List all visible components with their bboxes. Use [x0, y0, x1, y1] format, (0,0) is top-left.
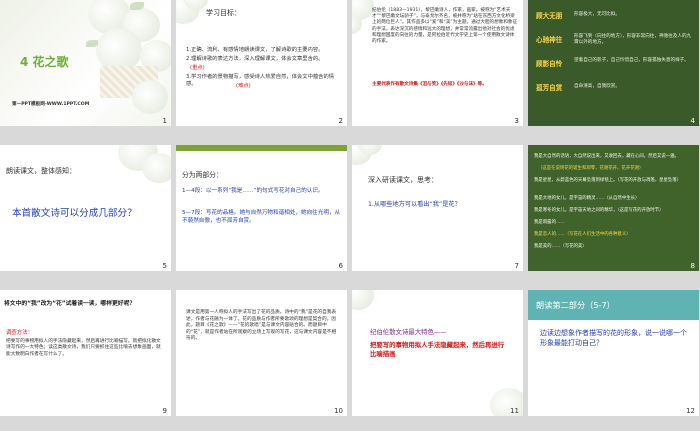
part-title: 朗读第二部分（5-7）	[536, 300, 615, 310]
term-definition: 形容飞到（向往的地方），形容非常向往，神驰往及人的九霄以外的地方。	[574, 34, 692, 45]
heading: 学习目标：	[206, 9, 241, 17]
heading: 分为两部分：	[182, 171, 223, 179]
slide-thumbnail-2[interactable]: 学习目标： 1.正确、流利、有感情地朗读课文，了解诗歌的主要内容。 2.理解诗歌…	[176, 0, 347, 126]
slide-number: 9	[162, 407, 167, 415]
text-line: 我是恋人的……（写花在人们生活中的各种意义）	[534, 232, 631, 237]
text-line: 我是寒冬的女儿，是宇宙天地之间的精华，（这是写花的开放时节）	[534, 208, 664, 213]
goal-note: (难点)	[236, 83, 251, 89]
goal-note: (重点)	[190, 65, 205, 71]
author-bio: 纪伯伦（1883—1931），黎巴嫩诗人，作家，画家。被称为“艺术天才”“黎巴嫩…	[372, 8, 518, 45]
method-heading: 调查方法：	[6, 330, 33, 336]
big-question: 本首散文诗可以分成几部分？	[12, 208, 137, 219]
slide-number: 6	[338, 262, 343, 270]
term: 顾大无朋	[536, 12, 563, 20]
question: 1.从哪些地方可以看出“我”是花？	[368, 201, 461, 208]
slide-number: 4	[690, 117, 695, 125]
term: 心驰神往	[536, 36, 563, 44]
term-definition: 形容极大，无可比拟。	[574, 12, 620, 17]
slide-number: 12	[686, 407, 695, 415]
analysis-body: 课文是用第一人称拟人的手法写出了花的品质。诗中的“我”是花的自我表述，作者与花融…	[186, 310, 337, 342]
feature-title: 纪伯伦散文诗最大特色——	[370, 328, 447, 336]
text-line: 我是大地的女儿，是宇宙的精灵……（从自然中生长）	[534, 196, 640, 201]
feature-body: 把要写的事物用拟人手法隐藏起来，然后再进行比喻描画	[370, 341, 505, 358]
text-line: （这是在说明花的诞生和凋零，花谢花开、花开花谢）	[538, 166, 644, 171]
method-body: 把要写的事物用拟人的手法隐藏起来，然后再进行比喻描写。就把拟化散文诗写作的一大特…	[6, 339, 161, 357]
slide-number: 11	[510, 407, 519, 415]
slide-thumbnail-10[interactable]: 课文是用第一人称拟人的手法写出了花的品质。诗中的“我”是花的自我表述，作者与花融…	[176, 290, 347, 416]
question: 将文中的“我”改为“花”试着读一读，哪样更好呢？	[4, 301, 136, 307]
term: 孤芳自赏	[536, 84, 563, 92]
slide-number: 10	[334, 407, 343, 415]
heading: 深入研读课文，思考：	[368, 176, 438, 184]
slide-number: 2	[338, 117, 343, 125]
term: 顾影自怜	[536, 60, 563, 68]
slide-thumbnail-6[interactable]: 分为两部分： 1—4段：以一系列“我是……”的句式写花对自己的认识。 5—7段：…	[176, 145, 347, 271]
site-label: 第一PPT模板网-WWW.1PPT.COM	[12, 102, 90, 107]
term-definition: 自命清高，自我欣赏。	[574, 84, 620, 89]
slide-number: 8	[690, 262, 695, 270]
goal-line: 3.学习作者的景物描写，感受诗人热爱自然，体会文中蕴含的情感。	[186, 74, 335, 88]
goal-line: 1.正确、流利、有感情地朗读课文，了解诗歌的主要内容。	[186, 47, 324, 53]
text-line: 我是星星，从蔚蓝色的天幕坠落到绿毯上。（写花的开放与凋落，星星坠落）	[534, 178, 682, 183]
slide-thumbnail-3[interactable]: 纪伯伦（1883—1931），黎巴嫩诗人，作家，画家。被称为“艺术天才”“黎巴嫩…	[352, 0, 523, 126]
reading-prompt: 边读边想象作者描写的花的形象，说一说哪一个形象最能打动自己？	[540, 329, 687, 347]
slide-title: 4 花之歌	[20, 55, 69, 69]
term-definition: 望着自己的影子，自己怜惜自己，形容孤独失意的样子。	[574, 58, 689, 63]
part-one: 1—4段：以一系列“我是……”的句式写花对自己的认识。	[182, 188, 324, 194]
slide-thumbnail-8[interactable]: 我是大自然的话语，大自然说出来，又收回去，藏在心间，然后又说一遍。 （这是在说明…	[528, 145, 699, 271]
slide-thumbnail-12[interactable]: 朗读第二部分（5-7） 边读边想象作者描写的花的形象，说一说哪一个形象最能打动自…	[528, 290, 699, 416]
text-line: 我是雨露的……	[534, 220, 565, 225]
goal-line: 2.理解诗歌的表达方法，深入理解课文，体会文章里含的。	[186, 56, 324, 62]
slide-thumbnail-9[interactable]: 将文中的“我”改为“花”试着读一读，哪样更好呢？ 调查方法： 把要写的事物用拟人…	[0, 290, 171, 416]
slide-thumbnail-4[interactable]: 顾大无朋 形容极大，无可比拟。 心驰神往 形容飞到（向往的地方），形容非常向往，…	[528, 0, 699, 126]
slide-thumbnail-5[interactable]: 朗读课文，整体感知： 本首散文诗可以分成几部分？ 5	[0, 145, 171, 271]
slide-number: 3	[514, 117, 519, 125]
text-line: 我是大自然的话语，大自然说出来，又收回去，藏在心间，然后又说一遍。	[534, 154, 679, 159]
slide-thumbnail-1[interactable]: 4 花之歌 第一PPT模板网-WWW.1PPT.COM 1	[0, 0, 171, 126]
slide-number: 7	[514, 262, 519, 270]
author-works: 主要代表作有散文诗集《泪与笑》《先知》《沙与沫》等。	[372, 82, 487, 87]
slide-number: 1	[162, 117, 167, 125]
text-line: 我是美的……（写花的美）	[534, 244, 587, 249]
slide-thumbnail-11[interactable]: 纪伯伦散文诗最大特色—— 把要写的事物用拟人手法隐藏起来，然后再进行比喻描画 1…	[352, 290, 523, 416]
slide-number: 5	[162, 262, 167, 270]
slide-grid: 4 花之歌 第一PPT模板网-WWW.1PPT.COM 1 学习目标： 1.正确…	[0, 0, 700, 431]
part-two: 5—7段：写花的品格。她与自然万物和谐相处，她向往光明，从不藐然自傲，也不孤芳自…	[182, 210, 341, 224]
slide-thumbnail-7[interactable]: 深入研读课文，思考： 1.从哪些地方可以看出“我”是花？ 7	[352, 145, 523, 271]
question: 朗读课文，整体感知：	[6, 167, 76, 175]
